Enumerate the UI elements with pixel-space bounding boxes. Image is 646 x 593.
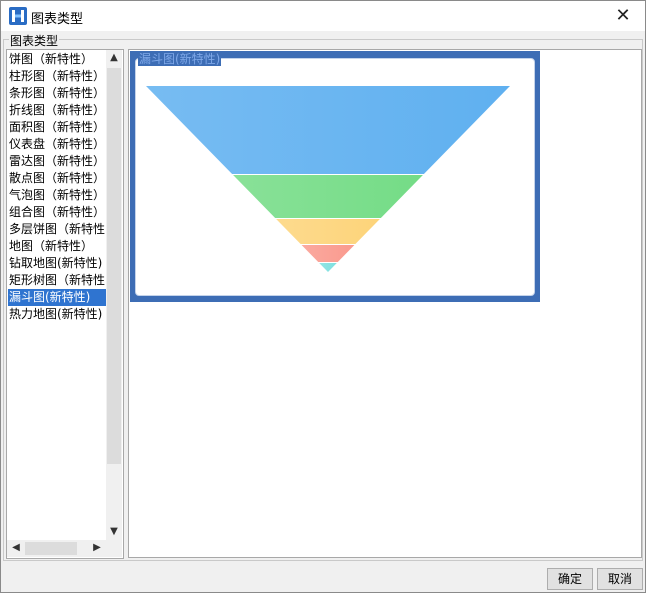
funnel-segment (276, 219, 380, 244)
preview-legend: 漏斗图(新特性) (138, 52, 222, 66)
list-item[interactable]: 面积图（新特性） (8, 119, 106, 136)
app-logo-icon (9, 7, 27, 25)
list-item[interactable]: 矩形树图（新特性 (8, 272, 106, 289)
horizontal-scrollbar[interactable]: ◀ ▶ (7, 540, 106, 557)
scroll-up-icon[interactable]: ▲ (106, 50, 122, 66)
vertical-scrollbar[interactable]: ▲ ▼ (106, 50, 122, 540)
funnel-segment (146, 86, 510, 174)
close-icon: ✕ (615, 5, 631, 26)
scroll-left-icon[interactable]: ◀ (8, 540, 24, 556)
group-label: 图表类型 (9, 32, 60, 49)
list-item[interactable]: 热力地图(新特性) (8, 306, 106, 323)
list-item[interactable]: 多层饼图（新特性 (8, 221, 106, 238)
funnel-segment (319, 263, 337, 272)
close-button[interactable]: ✕ (609, 3, 637, 29)
list-item[interactable]: 仪表盘（新特性） (8, 136, 106, 153)
list-item[interactable]: 气泡图（新特性） (8, 187, 106, 204)
funnel-chart-icon (146, 86, 510, 272)
list-item[interactable]: 条形图（新特性） (8, 85, 106, 102)
list-item[interactable]: 雷达图（新特性） (8, 153, 106, 170)
funnel-segment (233, 175, 423, 218)
list-item[interactable]: 漏斗图(新特性) (8, 289, 106, 306)
funnel-segment (301, 245, 355, 262)
scroll-corner (106, 540, 122, 557)
list-item[interactable]: 地图（新特性） (8, 238, 106, 255)
preview-panel: 漏斗图(新特性) (128, 49, 642, 558)
scroll-right-icon[interactable]: ▶ (89, 540, 105, 556)
list-item[interactable]: 饼图（新特性） (8, 51, 106, 68)
scroll-down-icon[interactable]: ▼ (106, 524, 122, 540)
ok-button[interactable]: 确定 (547, 568, 593, 590)
list-item[interactable]: 柱形图（新特性） (8, 68, 106, 85)
cancel-button[interactable]: 取消 (597, 568, 643, 590)
chart-type-list[interactable]: 饼图（新特性） 柱形图（新特性） 条形图（新特性） 折线图（新特性） 面积图（新特性）仪… (6, 49, 124, 559)
list-item[interactable]: 散点图（新特性） (8, 170, 106, 187)
horizontal-scroll-thumb[interactable] (25, 542, 77, 555)
funnel-preview-frame (135, 58, 535, 296)
funnel-preview-card[interactable]: 漏斗图(新特性) (130, 51, 540, 302)
chart-type-dialog: 图表类型 ✕ 图表类型 饼图（新特性） 柱形图（新特性） 条形图（新特性） 折线图（新… (0, 0, 646, 593)
list-item[interactable]: 钻取地图(新特性) (8, 255, 106, 272)
list-item[interactable]: 折线图（新特性） (8, 102, 106, 119)
window-title: 图表类型 (31, 12, 84, 27)
title-bar: 图表类型 ✕ (1, 1, 645, 31)
list-item[interactable]: 组合图（新特性） (8, 204, 106, 221)
vertical-scroll-thumb[interactable] (107, 68, 121, 464)
